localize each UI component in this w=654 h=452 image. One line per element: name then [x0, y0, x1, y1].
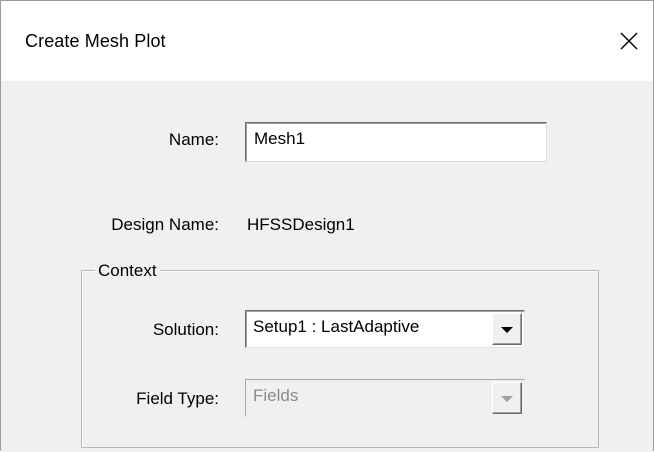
- chevron-down-icon: [501, 396, 513, 402]
- design-name-value: HFSSDesign1: [247, 215, 355, 234]
- solution-select[interactable]: Setup1 : LastAdaptive: [245, 310, 525, 348]
- design-name-label: Design Name:: [111, 215, 219, 234]
- field-type-select: Fields: [245, 379, 525, 417]
- field-type-label: Field Type:: [136, 389, 219, 408]
- field-type-selected-value: Fields: [253, 386, 299, 405]
- name-label: Name:: [168, 130, 219, 149]
- close-button[interactable]: [609, 21, 649, 61]
- dialog-title: Create Mesh Plot: [25, 31, 166, 51]
- create-mesh-plot-dialog: Create Mesh Plot Name: Mesh1 Design Name…: [0, 0, 654, 452]
- dialog-body: Name: Mesh1 Design Name: HFSSDesign1 Con…: [1, 81, 653, 452]
- context-legend: Context: [95, 261, 160, 281]
- title-bar: Create Mesh Plot: [1, 1, 653, 81]
- chevron-down-icon: [501, 327, 513, 333]
- solution-dropdown-button[interactable]: [492, 313, 522, 345]
- name-input[interactable]: Mesh1: [245, 122, 547, 162]
- field-type-dropdown-button: [492, 382, 522, 414]
- context-groupbox: [81, 270, 599, 448]
- solution-selected-value: Setup1 : LastAdaptive: [253, 317, 420, 336]
- solution-label: Solution:: [152, 320, 219, 339]
- close-icon: [620, 32, 638, 50]
